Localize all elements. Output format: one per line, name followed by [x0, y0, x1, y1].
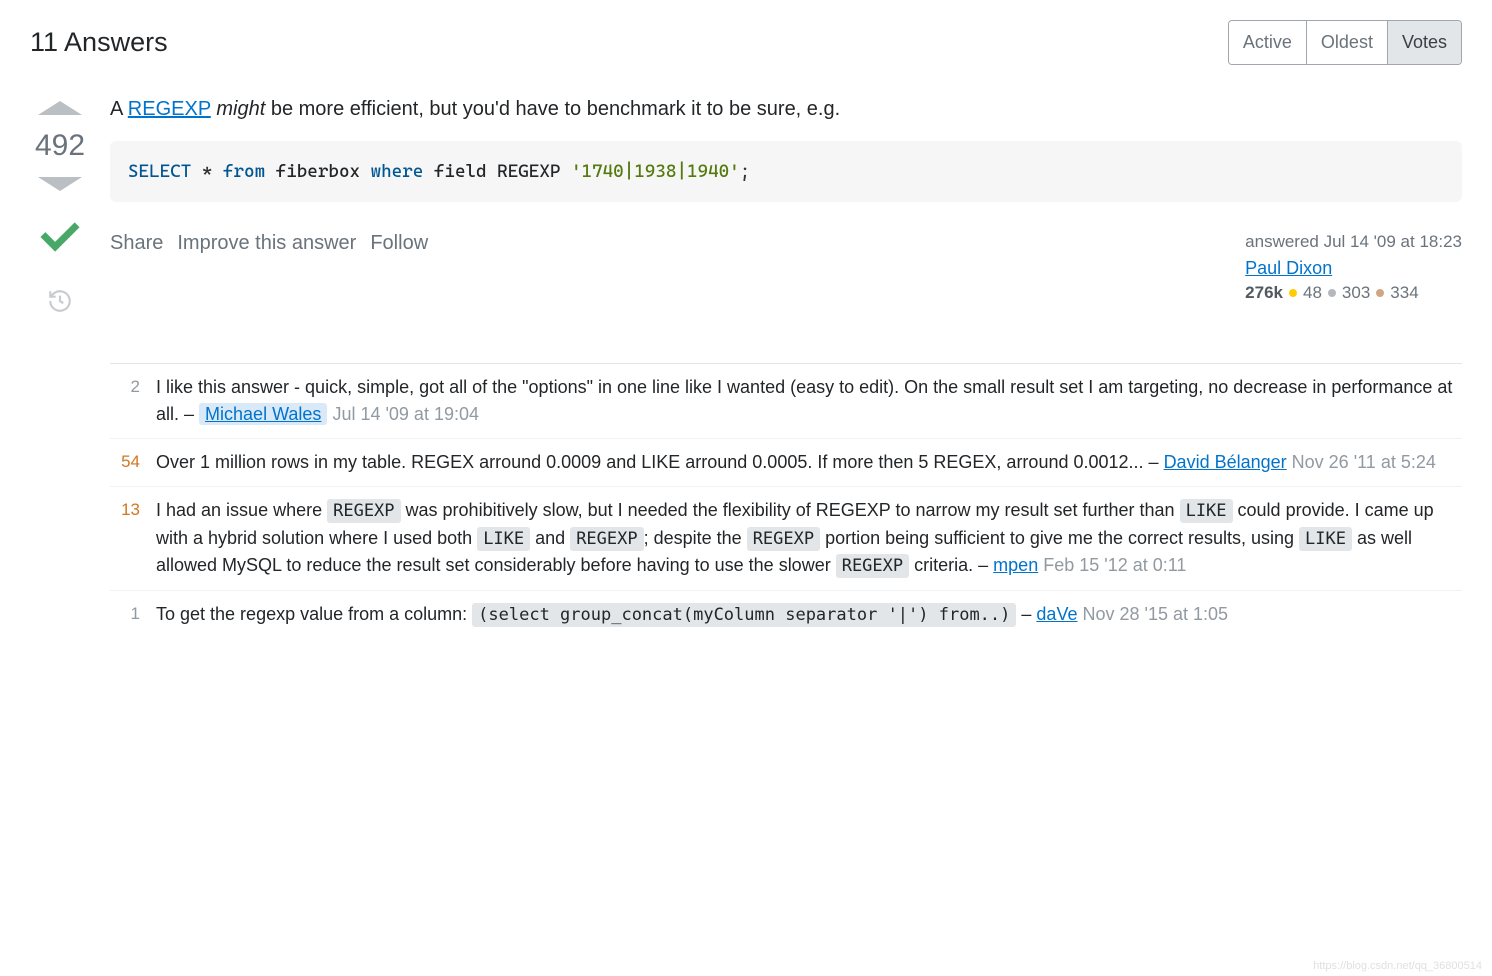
comment-date: Nov 26 '11 at 5:24 — [1292, 452, 1436, 472]
comment-text: Over 1 million rows in my table. REGEX a… — [156, 452, 1144, 472]
author-link[interactable]: Paul Dixon — [1245, 258, 1332, 278]
comment-row: 13 I had an issue where REGEXP was prohi… — [110, 487, 1462, 591]
vote-score: 492 — [35, 129, 85, 163]
comment-row: 54 Over 1 million rows in my table. REGE… — [110, 439, 1462, 487]
post-body: A REGEXP might be more efficient, but yo… — [110, 95, 1462, 123]
code-token: fiberbox — [265, 161, 370, 182]
comment-score: 54 — [110, 449, 140, 476]
comment-row: 1 To get the regexp value from a column:… — [110, 591, 1462, 639]
code-inline: LIKE — [1180, 499, 1233, 523]
comment-body: I like this answer - quick, simple, got … — [156, 374, 1462, 428]
sort-tabs: Active Oldest Votes — [1228, 20, 1462, 65]
tab-votes[interactable]: Votes — [1388, 21, 1461, 64]
comment-author-link[interactable]: mpen — [993, 555, 1038, 575]
improve-link[interactable]: Improve this answer — [177, 232, 356, 255]
comment-date-text: Nov 26 '11 at 5:24 — [1292, 452, 1436, 472]
tab-oldest[interactable]: Oldest — [1307, 21, 1388, 64]
gold-badge-icon — [1289, 289, 1297, 297]
comment-date-text: Feb 15 '12 at 0:11 — [1043, 555, 1186, 575]
comment-date: Feb 15 '12 at 0:11 — [1043, 555, 1186, 575]
dash: – — [978, 555, 993, 575]
code-token: field REGEXP — [423, 161, 571, 182]
follow-link[interactable]: Follow — [370, 232, 428, 255]
comments-list: 2 I like this answer - quick, simple, go… — [110, 363, 1462, 638]
vote-column: 492 — [30, 95, 90, 638]
watermark: https://blog.csdn.net/qq_36800514 — [1313, 960, 1482, 972]
code-kw: where — [371, 161, 424, 182]
comment-body: Over 1 million rows in my table. REGEX a… — [156, 449, 1462, 476]
post-text: be more efficient, but you'd have to ben… — [265, 98, 840, 120]
c3-t: and — [530, 528, 570, 548]
comment-body: I had an issue where REGEXP was prohibit… — [156, 497, 1462, 580]
post-emphasis: might — [216, 98, 265, 120]
comment-date-text: Nov 28 '15 at 1:05 — [1082, 604, 1228, 624]
code-inline: (select group_concat(myColumn separator … — [472, 603, 1016, 627]
code-inline: LIKE — [1299, 527, 1352, 551]
answer-time: answered Jul 14 '09 at 18:23 — [1245, 232, 1462, 252]
c3-t: portion being sufficient to give me the … — [820, 528, 1299, 548]
answer: 492 A REGEXP might be more efficient, bu… — [30, 95, 1462, 638]
reputation-row: 276k 48 303 334 — [1245, 283, 1462, 303]
comment-score: 1 — [110, 601, 140, 629]
comment-author-link[interactable]: daVe — [1036, 604, 1077, 624]
dash: – — [1021, 604, 1036, 624]
code-inline: REGEXP — [327, 499, 400, 523]
dash: – — [1149, 452, 1164, 472]
dash: – — [184, 404, 199, 424]
gold-count: 48 — [1303, 283, 1322, 303]
upvote-button[interactable] — [38, 101, 82, 115]
share-link[interactable]: Share — [110, 232, 163, 255]
comment-body: To get the regexp value from a column: (… — [156, 601, 1462, 629]
c3-t: was prohibitively slow, but I needed the… — [401, 500, 1180, 520]
answers-header: 11 Answers Active Oldest Votes — [30, 20, 1462, 65]
answers-count: 11 Answers — [30, 27, 168, 58]
history-icon[interactable] — [47, 288, 73, 318]
tab-active[interactable]: Active — [1229, 21, 1307, 64]
code-str: '1740|1938|1940' — [571, 161, 740, 182]
bronze-badge-icon — [1376, 289, 1384, 297]
c4-t: To get the regexp value from a column: — [156, 604, 472, 624]
action-links: Share Improve this answer Follow — [110, 232, 428, 255]
silver-count: 303 — [1342, 283, 1370, 303]
c3-t: criteria. — [909, 555, 973, 575]
comment-date-text: Jul 14 '09 at 19:04 — [332, 404, 479, 424]
reputation: 276k — [1245, 283, 1283, 303]
code-block: SELECT * from fiberbox where field REGEX… — [110, 141, 1462, 202]
bronze-count: 334 — [1390, 283, 1418, 303]
comment-score: 2 — [110, 374, 140, 428]
regexp-link[interactable]: REGEXP — [128, 98, 211, 120]
silver-badge-icon — [1328, 289, 1336, 297]
comment-row: 2 I like this answer - quick, simple, go… — [110, 364, 1462, 439]
code-kw: SELECT — [128, 161, 191, 182]
comment-author-link[interactable]: Michael Wales — [199, 403, 327, 425]
post-text: A — [110, 98, 128, 120]
code-inline: LIKE — [477, 527, 530, 551]
c3-t: I had an issue where — [156, 500, 327, 520]
comment-author-link[interactable]: David Bélanger — [1164, 452, 1287, 472]
code-token: ; — [740, 161, 751, 182]
code-inline: REGEXP — [836, 554, 909, 578]
c3-t: ; despite the — [644, 528, 747, 548]
comment-score: 13 — [110, 497, 140, 580]
accepted-check-icon — [38, 215, 82, 263]
post-actions-row: Share Improve this answer Follow answere… — [110, 232, 1462, 303]
code-token: * — [191, 161, 223, 182]
comment-date: Jul 14 '09 at 19:04 — [332, 404, 479, 424]
user-card: answered Jul 14 '09 at 18:23 Paul Dixon … — [1245, 232, 1462, 303]
code-inline: REGEXP — [747, 527, 820, 551]
post-column: A REGEXP might be more efficient, but yo… — [110, 95, 1462, 638]
comment-date: Nov 28 '15 at 1:05 — [1082, 604, 1228, 624]
code-inline: REGEXP — [570, 527, 643, 551]
downvote-button[interactable] — [38, 177, 82, 191]
code-kw: from — [223, 161, 265, 182]
